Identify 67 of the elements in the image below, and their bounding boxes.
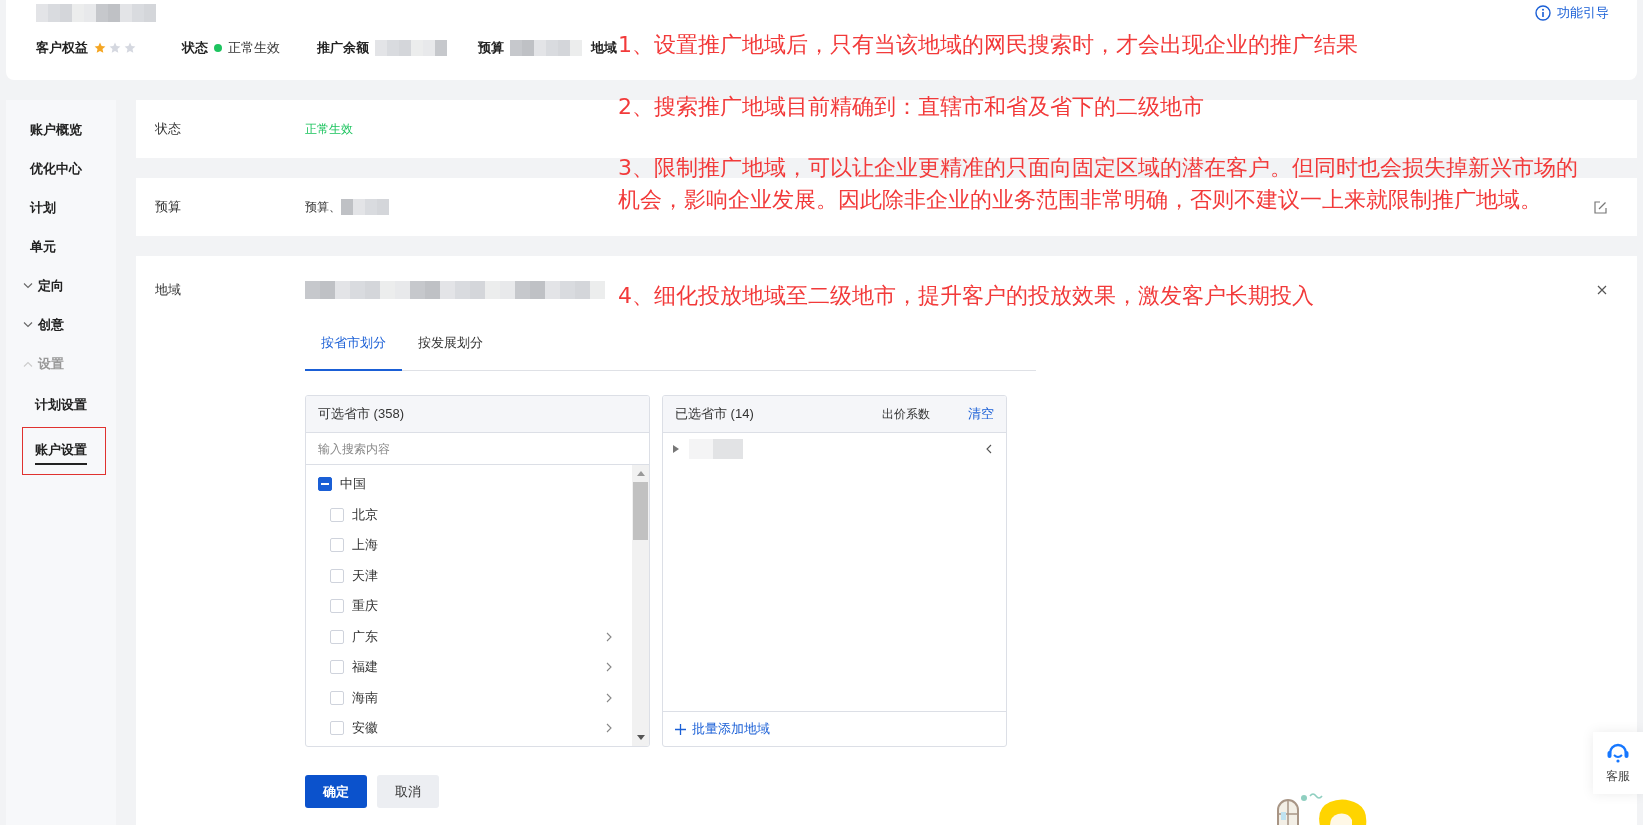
sidebar-item[interactable]: 优化中心 [6, 149, 82, 188]
tree-label: 重庆 [352, 597, 378, 616]
blurred-value [341, 199, 389, 215]
headset-icon [1606, 741, 1630, 764]
tree-label: 海南 [352, 688, 378, 707]
tree-label: 安徽 [352, 719, 378, 738]
tree-label: 福建 [352, 658, 378, 677]
chevron-right-icon[interactable] [606, 723, 612, 734]
chevron-left-icon[interactable] [986, 444, 992, 454]
tree-label: 中国 [340, 475, 366, 494]
setting-label: 预算 [155, 198, 182, 216]
panel-title: 已选省市 (14) [675, 405, 754, 423]
setting-value: 正常生效 [305, 120, 353, 138]
setting-label: 状态 [155, 120, 182, 138]
annotation-text: 4、细化投放地域至二级地市，提升客户的投放效果，激发客户长期投入 [618, 282, 1314, 310]
annotation-text: 3、限制推广地域，可以让企业更精准的只面向固定区域的潜在客户。但同时也会损失掉新兴市场的机会，影响企业发展。因此除非企业的业务范围非常明确，否则不建议一上来就限制推广地域。 [618, 154, 1579, 214]
field-label: 地域 [591, 39, 617, 57]
plus-icon [675, 723, 686, 735]
confirm-button[interactable]: 确定 [305, 775, 367, 808]
chevron-right-icon[interactable] [606, 631, 612, 642]
edit-icon[interactable] [1594, 200, 1607, 214]
status-text: 正常生效 [228, 39, 280, 57]
chevron-right-icon[interactable] [606, 692, 612, 703]
chevron-down-icon [23, 282, 33, 289]
scroll-down-icon[interactable] [636, 735, 645, 740]
guide-label: 功能引导 [1557, 4, 1609, 22]
blurred-value [375, 40, 447, 56]
annotation-text: 2、搜索推广地域目前精确到：直辖市和省及省下的二级地市 [618, 93, 1204, 121]
sidebar-subitem[interactable]: 计划设置 [35, 392, 87, 418]
field-label: 推广余额 [317, 39, 369, 57]
tab[interactable]: 按发展划分 [402, 320, 499, 371]
annotation-text: 1、设置推广地域后，只有当该地域的网民搜索时，才会出现企业的推广结果 [618, 31, 1358, 59]
expand-triangle-icon[interactable] [673, 445, 679, 453]
column-header: 出价系数 [882, 405, 930, 423]
sidebar-item[interactable]: 单元 [6, 227, 56, 266]
tab[interactable]: 按省市划分 [305, 320, 402, 371]
tree-label: 北京 [352, 505, 378, 524]
info-icon [1535, 5, 1551, 21]
scrollbar-thumb[interactable] [633, 482, 648, 540]
sidebar-item[interactable]: 创意 [6, 305, 64, 344]
sidebar-item[interactable]: 账户概览 [6, 110, 82, 149]
cancel-button[interactable]: 取消 [377, 775, 439, 808]
customer-service-button[interactable]: 客服 [1593, 732, 1643, 794]
field-label: 状态 [182, 39, 208, 57]
tree-label: 广东 [352, 627, 378, 646]
setting-value: 预算、 [305, 198, 341, 216]
tree-label: 上海 [352, 536, 378, 555]
sidebar-item[interactable]: 定向 [6, 266, 64, 305]
chevron-up-icon [23, 360, 33, 367]
panel-title: 可选省市 (358) [318, 405, 404, 423]
batch-add-link[interactable]: 批量添加地域 [675, 720, 770, 738]
guide-link[interactable]: 功能引导 [1535, 4, 1609, 22]
scrollbar[interactable] [632, 465, 649, 746]
close-icon[interactable] [1597, 285, 1607, 295]
blurred-value [510, 40, 582, 56]
sidebar-item[interactable]: 计划 [6, 188, 56, 227]
sidebar-subitem[interactable]: 账户设置 [35, 437, 87, 465]
scroll-up-icon[interactable] [636, 471, 645, 476]
checkbox[interactable] [318, 477, 332, 492]
blurred-value [689, 439, 745, 459]
chevron-right-icon[interactable] [606, 662, 612, 673]
field-label: 预算 [478, 39, 504, 57]
tree-label: 天津 [352, 566, 378, 585]
setting-label: 地域 [155, 281, 182, 299]
clear-link[interactable]: 清空 [968, 405, 994, 423]
field-label: 客户权益 [36, 39, 88, 57]
chevron-down-icon [23, 321, 33, 328]
